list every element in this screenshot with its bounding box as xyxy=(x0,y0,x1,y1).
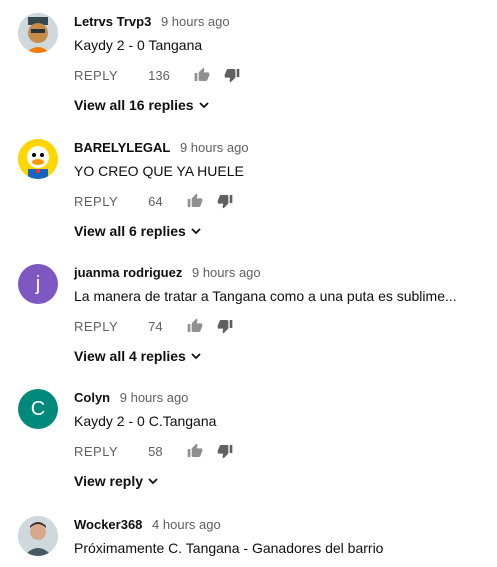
chevron-down-icon xyxy=(198,102,209,109)
comment-text: YO CREO QUE YA HUELE xyxy=(74,163,244,179)
thumbs-down-icon[interactable] xyxy=(217,318,233,334)
comment-actions: REPLY 136 xyxy=(74,65,240,85)
reply-button[interactable]: REPLY xyxy=(74,319,118,334)
comment-actions: REPLY 74 xyxy=(74,316,233,336)
avatar[interactable] xyxy=(18,139,58,179)
comment: j juanma rodriguez 9 hours ago La manera… xyxy=(0,264,497,374)
comment-author[interactable]: Colyn xyxy=(74,390,110,405)
chevron-down-icon xyxy=(191,353,201,360)
comment: C Colyn 9 hours ago Kaydy 2 - 0 C.Tangan… xyxy=(0,389,497,499)
comment-time[interactable]: 9 hours ago xyxy=(180,140,249,155)
reply-button[interactable]: REPLY xyxy=(74,194,118,209)
comment-body: Colyn 9 hours ago Kaydy 2 - 0 C.Tangana … xyxy=(74,389,487,489)
like-count: 58 xyxy=(148,443,163,459)
comment-text: Próximamente C. Tangana - Ganadores del … xyxy=(74,540,384,556)
comment-time[interactable]: 9 hours ago xyxy=(192,265,261,280)
avatar[interactable] xyxy=(18,13,58,53)
comment-text: Kaydy 2 - 0 Tangana xyxy=(74,37,203,53)
like-count: 136 xyxy=(148,67,170,83)
comment-time[interactable]: 9 hours ago xyxy=(161,14,230,29)
view-replies-button[interactable]: View all 4 replies xyxy=(74,348,202,364)
like-count: 74 xyxy=(148,318,163,334)
view-replies-label: View all 4 replies xyxy=(74,348,186,364)
comment-author[interactable]: Wocker368 xyxy=(74,517,142,532)
comment-body: Letrvs Trvp3 9 hours ago Kaydy 2 - 0 Tan… xyxy=(74,13,487,113)
comment-text: La manera de tratar a Tangana como a una… xyxy=(74,288,457,304)
thumbs-down-icon[interactable] xyxy=(217,193,233,209)
thumbs-down-icon[interactable] xyxy=(224,67,240,83)
view-replies-button[interactable]: View reply xyxy=(74,473,159,489)
comment-text: Kaydy 2 - 0 C.Tangana xyxy=(74,413,217,429)
comment-time[interactable]: 9 hours ago xyxy=(120,390,189,405)
comment-actions: REPLY 58 xyxy=(74,441,233,461)
comment: BARELYLEGAL 9 hours ago YO CREO QUE YA H… xyxy=(0,139,497,249)
comment-body: BARELYLEGAL 9 hours ago YO CREO QUE YA H… xyxy=(74,139,487,239)
view-replies-button[interactable]: View all 6 replies xyxy=(74,223,202,239)
thumbs-up-icon[interactable] xyxy=(194,67,210,83)
avatar[interactable]: C xyxy=(18,389,58,429)
avatar-letter: C xyxy=(30,397,46,420)
reply-button[interactable]: REPLY xyxy=(74,68,118,83)
view-replies-label: View reply xyxy=(74,473,144,489)
comment-author[interactable]: Letrvs Trvp3 xyxy=(74,14,151,29)
person-photo-avatar-icon xyxy=(18,516,58,556)
cartoon-duck-avatar-icon xyxy=(18,139,58,179)
comment-body: juanma rodriguez 9 hours ago La manera d… xyxy=(74,264,487,364)
comment-author[interactable]: BARELYLEGAL xyxy=(74,140,170,155)
thumbs-up-icon[interactable] xyxy=(187,443,203,459)
comment: Wocker368 4 hours ago Próximamente C. Ta… xyxy=(0,516,497,567)
thumbs-up-icon[interactable] xyxy=(187,318,203,334)
reply-button[interactable]: REPLY xyxy=(74,444,118,459)
comment-time[interactable]: 4 hours ago xyxy=(152,517,221,532)
view-replies-label: View all 6 replies xyxy=(74,223,186,239)
view-replies-label: View all 16 replies xyxy=(74,97,194,113)
avatar-letter: j xyxy=(35,272,41,295)
view-replies-button[interactable]: View all 16 replies xyxy=(74,97,210,113)
chevron-down-icon xyxy=(191,228,201,235)
avatar[interactable]: j xyxy=(18,264,58,304)
comment: Letrvs Trvp3 9 hours ago Kaydy 2 - 0 Tan… xyxy=(0,13,497,123)
thumbs-down-icon[interactable] xyxy=(217,443,233,459)
thumbs-up-icon[interactable] xyxy=(187,193,203,209)
comment-author[interactable]: juanma rodriguez xyxy=(74,265,182,280)
comment-body: Wocker368 4 hours ago Próximamente C. Ta… xyxy=(74,516,487,558)
chevron-down-icon xyxy=(148,478,158,485)
cartoon-character-avatar-icon xyxy=(18,13,58,53)
comment-actions: REPLY 64 xyxy=(74,191,233,211)
avatar[interactable] xyxy=(18,516,58,556)
like-count: 64 xyxy=(148,193,163,209)
